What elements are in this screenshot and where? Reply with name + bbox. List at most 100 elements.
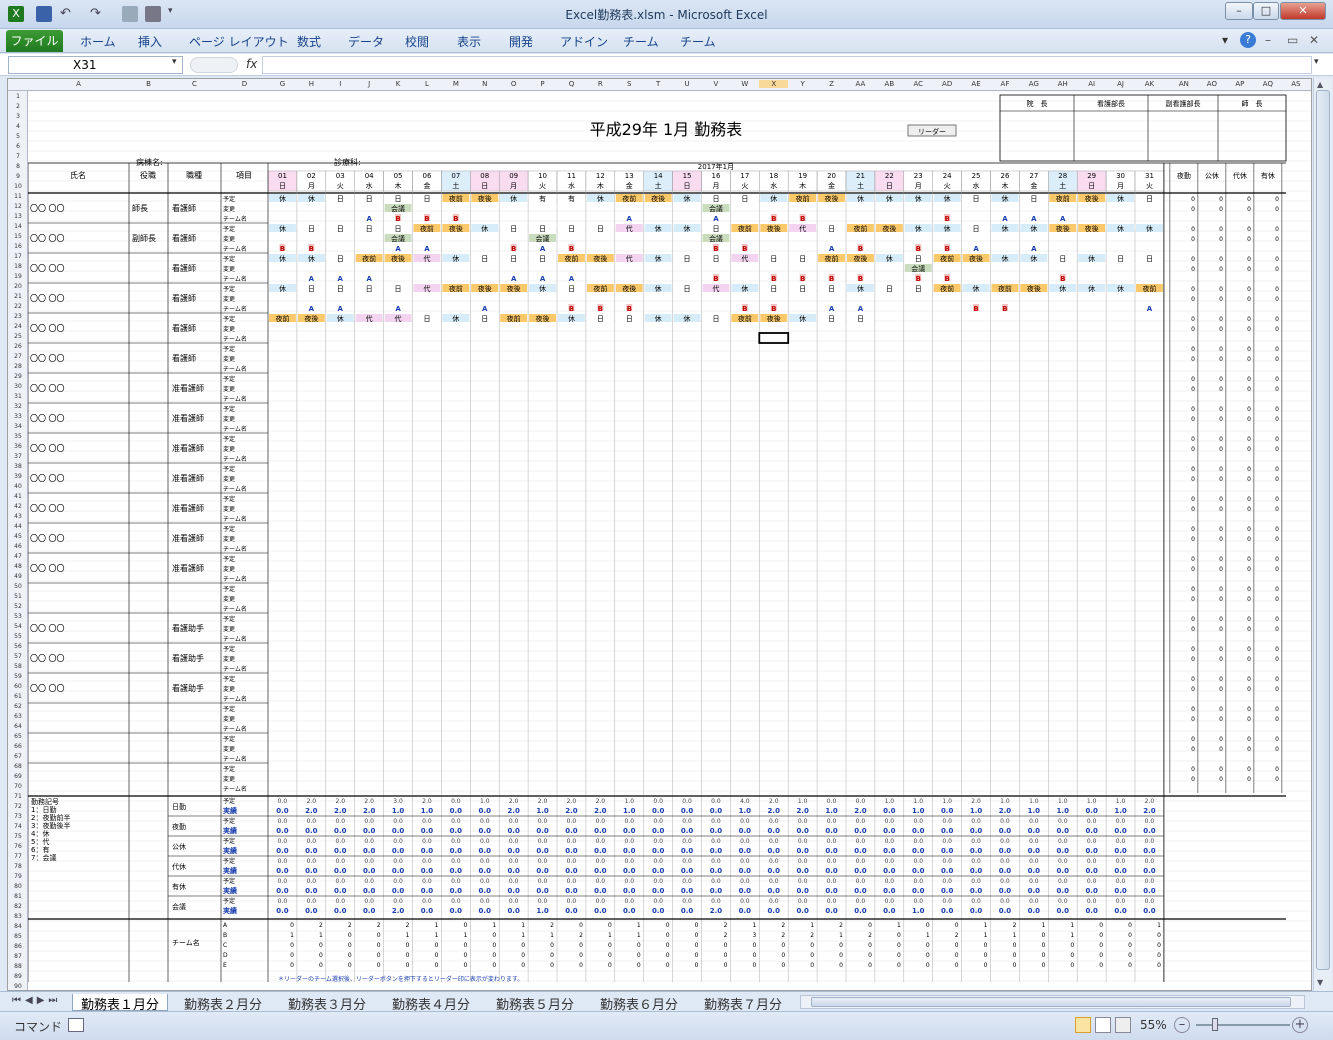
row-number[interactable]: 21 [9, 292, 27, 301]
column-letter[interactable]: Q [557, 80, 586, 88]
row-number[interactable]: 45 [9, 532, 27, 541]
normal-view-icon[interactable] [1075, 1017, 1091, 1033]
row-number[interactable]: 75 [9, 832, 27, 841]
column-letter[interactable]: AA [846, 80, 875, 88]
row-number[interactable]: 16 [9, 242, 27, 251]
file-tab[interactable]: ファイル [6, 30, 63, 52]
row-number[interactable]: 27 [9, 352, 27, 361]
row-number[interactable]: 24 [9, 322, 27, 331]
column-letter[interactable]: AS [1282, 80, 1310, 88]
row-number[interactable]: 58 [9, 662, 27, 671]
tab-view[interactable]: 表示 [457, 33, 481, 50]
row-number[interactable]: 42 [9, 502, 27, 511]
row-number[interactable]: 56 [9, 642, 27, 651]
workbook-restore-icon[interactable]: ▭ [1287, 33, 1298, 47]
workbook-minimize-icon[interactable]: – [1265, 33, 1271, 47]
row-number[interactable]: 50 [9, 582, 27, 591]
insert-function-icon[interactable]: fx [246, 57, 257, 71]
tab-nav-arrows[interactable]: ⏮◀▶⏭ [12, 995, 61, 1006]
row-number[interactable]: 5 [9, 132, 27, 141]
column-letter[interactable]: AH [1048, 80, 1077, 88]
row-number[interactable]: 77 [9, 852, 27, 861]
zoom-level[interactable]: 55% [1140, 1018, 1167, 1032]
zoom-in-icon[interactable]: + [1292, 1017, 1308, 1033]
scroll-down-icon[interactable]: ▼ [1317, 978, 1323, 987]
column-letter[interactable]: AN [1170, 80, 1198, 88]
sheet-tab-5[interactable]: 勤務表５月分 [488, 994, 582, 1013]
column-letter[interactable]: H [297, 80, 326, 88]
sheet-tab-1[interactable]: 勤務表１月分 [72, 994, 169, 1013]
column-letter[interactable]: O [499, 80, 528, 88]
row-number[interactable]: 48 [9, 562, 27, 571]
row-number[interactable]: 51 [9, 592, 27, 601]
minimize-button[interactable]: – [1225, 2, 1253, 20]
column-letter[interactable]: C [168, 80, 221, 88]
row-number[interactable]: 67 [9, 752, 27, 761]
row-number[interactable]: 9 [9, 172, 27, 181]
tab-data[interactable]: データ [348, 33, 384, 50]
column-letter[interactable]: Z [817, 80, 846, 88]
row-number[interactable]: 70 [9, 782, 27, 791]
row-number[interactable]: 57 [9, 652, 27, 661]
row-number[interactable]: 29 [9, 372, 27, 381]
row-number[interactable]: 49 [9, 572, 27, 581]
tab-team-2[interactable]: チーム [680, 33, 716, 50]
maximize-button[interactable]: □ [1253, 2, 1279, 20]
row-number[interactable]: 12 [9, 202, 27, 211]
row-number[interactable]: 40 [9, 482, 27, 491]
sheet-tab-2[interactable]: 勤務表２月分 [176, 994, 270, 1013]
row-number[interactable]: 87 [9, 952, 27, 961]
row-number[interactable]: 43 [9, 512, 27, 521]
column-letter[interactable]: AB [875, 80, 904, 88]
row-number[interactable]: 82 [9, 902, 27, 911]
page-break-view-icon[interactable] [1115, 1017, 1131, 1033]
row-number[interactable]: 23 [9, 312, 27, 321]
row-number[interactable]: 81 [9, 892, 27, 901]
zoom-out-icon[interactable]: – [1174, 1017, 1190, 1033]
sheet-tab-4[interactable]: 勤務表４月分 [384, 994, 478, 1013]
row-number[interactable]: 32 [9, 402, 27, 411]
row-number[interactable]: 65 [9, 732, 27, 741]
column-letter[interactable]: AK [1135, 80, 1164, 88]
row-number[interactable]: 28 [9, 362, 27, 371]
tab-home[interactable]: ホーム [80, 33, 116, 50]
row-number[interactable]: 76 [9, 842, 27, 851]
worksheet[interactable]: A B C D G H I J K L M N O P Q R S T U V W X Y Z AA AB AC AD AE AF AG AH… [7, 78, 1312, 991]
row-number[interactable]: 20 [9, 282, 27, 291]
row-number[interactable]: 1 [9, 92, 27, 101]
column-letter[interactable]: AO [1198, 80, 1226, 88]
cell-grid[interactable]: 平成29年 1月 勤務表病棟名: 診療科: リーダー 院 長 看護部長 副看護部長 師 長氏… [28, 91, 1312, 991]
sheet-tab-6[interactable]: 勤務表６月分 [592, 994, 686, 1013]
row-number[interactable]: 73 [9, 812, 27, 821]
row-number[interactable]: 52 [9, 602, 27, 611]
row-number[interactable]: 14 [9, 222, 27, 231]
column-letter[interactable]: V [702, 80, 731, 88]
row-number[interactable]: 41 [9, 492, 27, 501]
row-number[interactable]: 63 [9, 712, 27, 721]
row-number[interactable]: 88 [9, 962, 27, 971]
row-number[interactable]: 11 [9, 192, 27, 201]
sheet-tab-7[interactable]: 勤務表７月分 [696, 994, 790, 1013]
row-number[interactable]: 53 [9, 612, 27, 621]
row-number[interactable]: 78 [9, 862, 27, 871]
h-scroll-thumb[interactable] [811, 997, 1291, 1007]
column-letter[interactable]: P [528, 80, 557, 88]
zoom-slider-thumb[interactable] [1212, 1018, 1218, 1031]
row-number[interactable]: 17 [9, 252, 27, 261]
column-letter[interactable]: A [28, 80, 129, 88]
row-number[interactable]: 3 [9, 112, 27, 121]
column-letter[interactable]: AP [1226, 80, 1254, 88]
column-letter[interactable]: W [730, 80, 759, 88]
row-number[interactable]: 8 [9, 162, 27, 171]
column-letter[interactable]: I [326, 80, 355, 88]
tab-developer[interactable]: 開発 [509, 33, 533, 50]
horizontal-scrollbar[interactable] [800, 995, 1305, 1009]
tab-addins[interactable]: アドイン [560, 33, 608, 50]
row-number[interactable]: 90 [9, 982, 27, 990]
column-letter[interactable]: K [384, 80, 413, 88]
workbook-close-icon[interactable]: ✕ [1309, 33, 1319, 47]
column-letter[interactable]: AJ [1106, 80, 1135, 88]
row-number[interactable]: 2 [9, 102, 27, 111]
tab-insert[interactable]: 挿入 [138, 33, 162, 50]
column-letter[interactable]: L [413, 80, 442, 88]
